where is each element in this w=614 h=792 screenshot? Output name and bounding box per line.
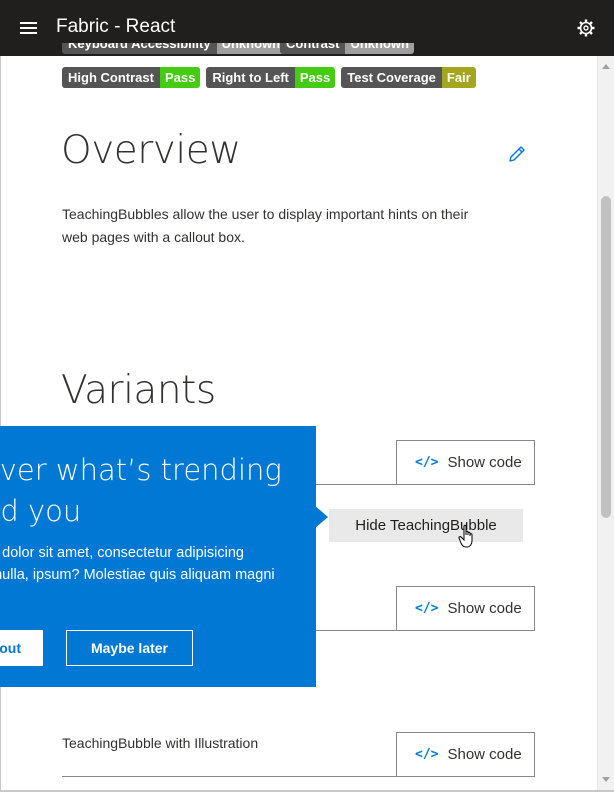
badge-value: Unknown — [216, 43, 286, 54]
code-icon: </> — [415, 455, 439, 470]
bubble-beak — [314, 505, 328, 529]
bubble-headline: over what’s trending nd you — [0, 453, 282, 528]
badge-right-to-left: Right to Left Pass — [206, 67, 336, 88]
hamburger-menu-icon[interactable] — [20, 22, 37, 34]
code-icon: </> — [415, 747, 439, 762]
app-title: Fabric - React — [56, 16, 176, 37]
badge-value: Unknown — [345, 43, 414, 54]
bubble-primary-button[interactable]: out — [0, 630, 43, 666]
bubble-body-text: um dolor sit amet, consectetur adipisici… — [0, 545, 275, 583]
show-code-label: Show code — [447, 454, 522, 471]
overview-heading: Overview — [61, 128, 241, 173]
hand-cursor-icon — [458, 524, 473, 548]
badge-contrast: Contrast Unknown — [280, 43, 414, 54]
show-code-button[interactable]: </> Show code — [396, 732, 535, 777]
scrollbar-thumb[interactable] — [601, 196, 611, 518]
maybe-later-button[interactable]: Maybe later — [66, 630, 193, 666]
teaching-bubble: over what’s trending nd you um dolor sit… — [0, 426, 316, 687]
scroll-up-arrow-icon[interactable] — [602, 64, 610, 69]
badge-label: High Contrast — [62, 67, 160, 88]
badge-keyboard: Keyboard Accessibility Unknown — [62, 43, 286, 54]
badge-label: Keyboard Accessibility — [62, 43, 217, 54]
show-code-label: Show code — [447, 600, 522, 617]
show-code-label: Show code — [447, 746, 522, 763]
badge-test-coverage: Test Coverage Fair — [341, 67, 476, 88]
vertical-scrollbar[interactable] — [597, 56, 614, 790]
badge-label: Test Coverage — [341, 67, 442, 88]
hide-teachingbubble-button[interactable]: Hide TeachingBubble — [329, 509, 523, 542]
code-icon: </> — [415, 601, 439, 616]
badge-label: Right to Left — [206, 67, 295, 88]
scroll-down-arrow-icon[interactable] — [602, 777, 610, 782]
gear-icon[interactable] — [576, 18, 596, 38]
badge-high-contrast: High Contrast Pass — [62, 67, 201, 88]
edit-pencil-icon[interactable] — [507, 144, 527, 164]
badge-row: High Contrast Pass Right to Left Pass Te… — [62, 67, 476, 88]
example-label: TeachingBubble with Illustration — [62, 735, 259, 751]
divider — [62, 776, 535, 777]
badge-value: Pass — [159, 67, 201, 88]
badge-label: Contrast — [280, 43, 346, 54]
overview-description: TeachingBubbles allow the user to displa… — [62, 206, 469, 245]
badge-value: Pass — [294, 67, 336, 88]
show-code-button[interactable]: </> Show code — [396, 440, 535, 485]
badge-value: Fair — [441, 67, 476, 88]
variants-heading: Variants — [61, 368, 216, 413]
badge-row-top: Keyboard Accessibility Unknown Contrast … — [62, 43, 462, 61]
show-code-button[interactable]: </> Show code — [396, 586, 535, 631]
